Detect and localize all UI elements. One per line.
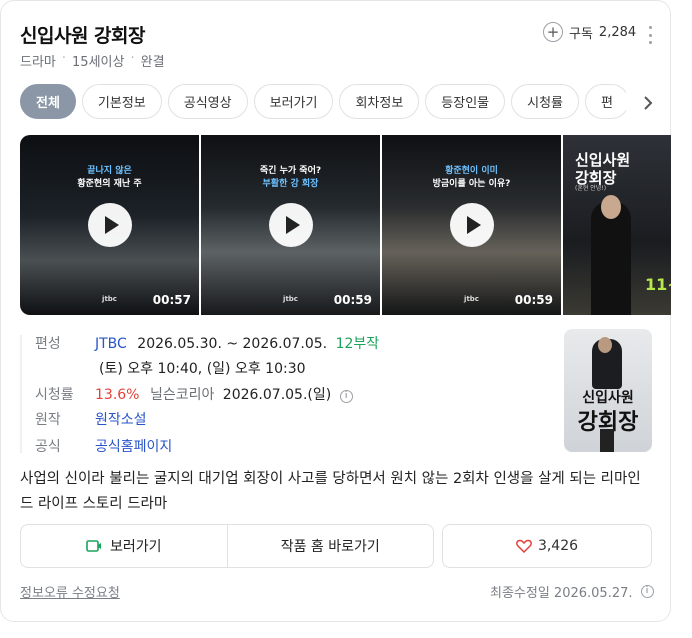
drama-title[interactable]: 신입사원 강회장 xyxy=(20,21,145,48)
original-label: 원작 xyxy=(35,412,61,428)
work-home-button[interactable]: 작품 홈 바로가기 xyxy=(226,525,434,567)
action-bar: 보러가기 작품 홈 바로가기 xyxy=(20,524,434,568)
tab-episodes[interactable]: 회차정보 xyxy=(339,84,420,119)
video-duration: 00:59 xyxy=(333,293,372,307)
video-caption: 황준현이 이미 xyxy=(445,166,498,176)
subscribe-button[interactable]: + 구독 2,284 xyxy=(543,22,636,42)
heart-icon xyxy=(516,539,532,553)
drama-poster[interactable]: 신입사원 강회장 xyxy=(564,329,652,452)
subscribe-label: 구독 xyxy=(569,26,593,42)
kebab-icon[interactable] xyxy=(645,26,655,44)
video-thumbnail[interactable]: 황준현이 이미 방금이를 아는 이유? jtbc 00:59 xyxy=(382,135,561,315)
video-caption: 방금이를 아는 이유? xyxy=(432,179,511,189)
info-icon[interactable]: i xyxy=(640,585,654,598)
poster-tagline: (혼현 안녕!) xyxy=(575,185,607,192)
channel-link[interactable]: JTBC xyxy=(95,336,127,352)
rating-source: 닐슨코리아 xyxy=(149,387,215,403)
tab-more[interactable]: 편 xyxy=(585,84,626,119)
tab-all[interactable]: 전체 xyxy=(20,84,76,119)
status-label: 완결 xyxy=(140,55,165,70)
drama-info-card: 신입사원 강회장 드라마 · 15세이상 · 완결 + 구독 2,284 전체 … xyxy=(0,0,671,622)
genre-label: 드라마 xyxy=(20,55,56,70)
like-button[interactable]: 3,426 xyxy=(442,524,652,568)
play-icon[interactable] xyxy=(450,203,494,247)
synopsis: 사업의 신이라 불리는 굴지의 대기업 회장이 사고를 당하면서 원치 않는 2… xyxy=(20,471,641,512)
poster-figure xyxy=(600,429,614,452)
work-home-label: 작품 홈 바로가기 xyxy=(280,539,380,555)
video-thumbnail[interactable]: 끝나지 않은 황준현의 재난 주 jtbc 00:57 xyxy=(20,135,199,315)
video-caption: 부활한 강 회장 xyxy=(262,179,319,189)
report-error-link[interactable]: 정보오류 수정요청 xyxy=(20,582,120,601)
info-divider xyxy=(20,335,22,453)
separator-dot: · xyxy=(61,51,67,66)
last-updated-label: 최종수정일 2026.05.27. xyxy=(490,586,633,601)
play-icon[interactable] xyxy=(88,203,132,247)
poster-face xyxy=(598,337,612,353)
tab-official-video[interactable]: 공식영상 xyxy=(167,84,248,119)
play-icon[interactable] xyxy=(269,203,313,247)
chevron-right-icon[interactable] xyxy=(640,95,656,111)
broadcast-label: 편성 xyxy=(35,336,61,352)
info-icon[interactable]: i xyxy=(339,390,353,403)
video-duration: 00:57 xyxy=(152,293,191,307)
original-link[interactable]: 원작소설 xyxy=(95,409,147,429)
official-label: 공식 xyxy=(35,439,61,455)
broadcast-value: JTBC 2026.05.30. ~ 2026.07.05. 12부작 xyxy=(95,333,379,353)
video-duration: 00:59 xyxy=(514,293,553,307)
official-homepage-link[interactable]: 공식홈페이지 xyxy=(95,436,172,456)
tab-ratings[interactable]: 시청률 xyxy=(511,84,580,119)
subscribe-count: 2,284 xyxy=(598,24,637,40)
rating-label: 시청률 xyxy=(35,387,74,403)
watch-label: 보러가기 xyxy=(109,539,162,555)
video-thumbnail[interactable]: 죽긴 누가 죽어? 부활한 강 회장 jtbc 00:59 xyxy=(201,135,380,315)
tab-bar: 전체 기본정보 공식영상 보러가기 회차정보 등장인물 시청률 편 xyxy=(20,84,626,120)
plus-circle-icon: + xyxy=(543,22,563,42)
age-rating-label: 15세이상 xyxy=(72,55,125,70)
rating-value-row: 13.6% 닐슨코리아 2026.07.05.(일) i xyxy=(95,384,353,404)
rating-date: 2026.07.05.(일) xyxy=(222,387,332,403)
last-updated: 최종수정일 2026.05.27. i xyxy=(490,582,654,601)
episode-mark: 11~ xyxy=(645,275,671,294)
separator-dot: · xyxy=(130,51,135,66)
broadcast-schedule: (토) 오후 10:40, (일) 오후 10:30 xyxy=(99,361,306,377)
video-caption: 황준현의 재난 주 xyxy=(77,179,142,189)
video-carousel: 끝나지 않은 황준현의 재난 주 jtbc 00:57 죽긴 누가 죽어? 부활한 … xyxy=(20,135,671,315)
tab-basic-info[interactable]: 기본정보 xyxy=(81,84,162,119)
tab-watch[interactable]: 보러가기 xyxy=(253,84,334,119)
tab-cast[interactable]: 등장인물 xyxy=(425,84,506,119)
episode-count: 12부작 xyxy=(335,336,380,352)
like-count: 3,426 xyxy=(537,538,579,554)
video-caption: 죽긴 누가 죽어? xyxy=(259,166,322,176)
watch-button[interactable]: 보러가기 xyxy=(21,525,227,567)
broadcast-period: 2026.05.30. ~ 2026.07.05. xyxy=(137,336,328,352)
poster-title: 신입사원 xyxy=(575,151,631,169)
poster-thumbnail[interactable]: 신입사원강회장 (혼현 안녕!) 11~ xyxy=(563,135,671,315)
rating-value: 13.6% xyxy=(95,387,140,403)
drama-meta: 드라마 · 15세이상 · 완결 xyxy=(20,51,165,70)
poster-face xyxy=(601,195,621,219)
video-caption: 끝나지 않은 xyxy=(87,166,132,176)
tv-icon xyxy=(86,540,101,552)
